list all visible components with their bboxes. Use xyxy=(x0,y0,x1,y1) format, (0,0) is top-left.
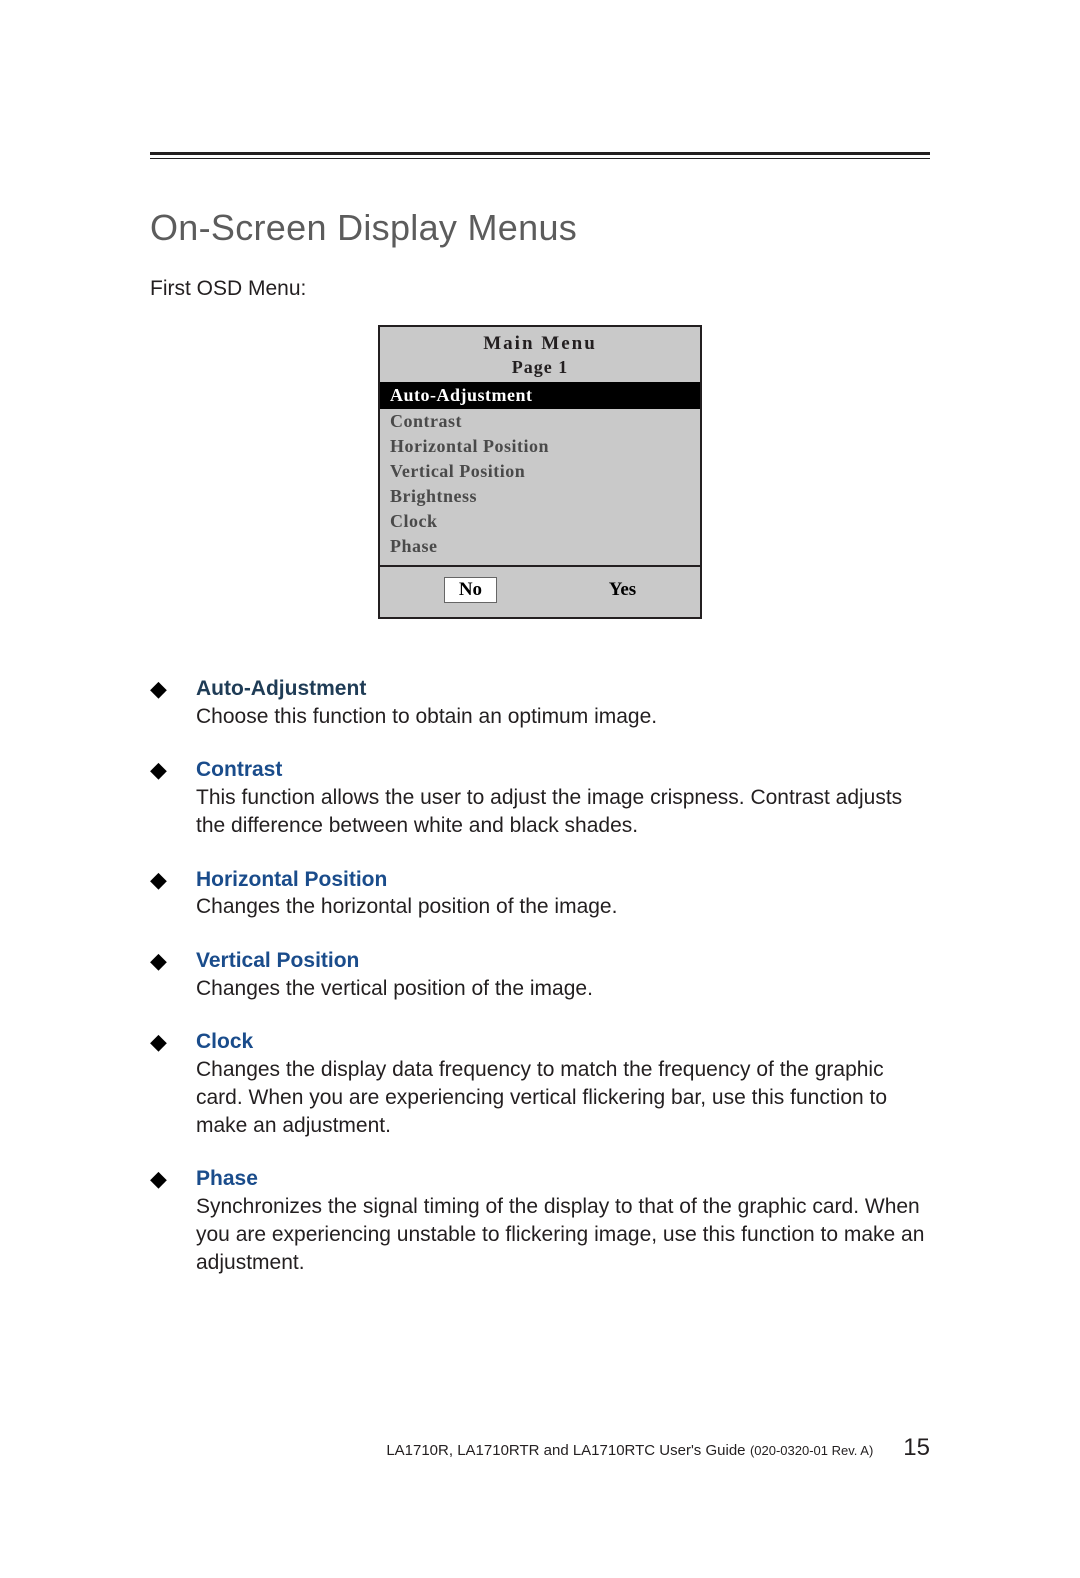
top-rule xyxy=(150,152,930,159)
osd-item: Vertical Position xyxy=(380,459,700,484)
footer-guide-name: LA1710R, LA1710RTR and LA1710RTC User's … xyxy=(386,1442,745,1459)
definition-body: Changes the vertical position of the ima… xyxy=(196,977,593,1000)
definition-body: Synchronizes the signal timing of the di… xyxy=(196,1195,924,1273)
definition-body: Changes the horizontal position of the i… xyxy=(196,895,617,918)
osd-no-option: No xyxy=(444,577,497,603)
footer-page-number: 15 xyxy=(903,1434,930,1462)
osd-actions: No Yes xyxy=(380,567,700,617)
diamond-bullet-icon: ◆ xyxy=(150,866,196,921)
definition-item: ◆ Vertical Position Changes the vertical… xyxy=(150,947,930,1002)
section-heading: On-Screen Display Menus xyxy=(150,207,930,249)
osd-item: Phase xyxy=(380,534,700,559)
definition-body: Changes the display data frequency to ma… xyxy=(196,1058,887,1136)
definition-item: ◆ Horizontal Position Changes the horizo… xyxy=(150,866,930,921)
definition-body: This function allows the user to adjust … xyxy=(196,786,902,837)
definition-title: Auto-Adjustment xyxy=(196,677,366,700)
osd-illustration: Main Menu Page 1 Auto-Adjustment Contras… xyxy=(150,325,930,619)
osd-item: Brightness xyxy=(380,484,700,509)
diamond-bullet-icon: ◆ xyxy=(150,756,196,839)
footer-doc-code: (020-0320-01 Rev. A) xyxy=(750,1443,873,1458)
diamond-bullet-icon: ◆ xyxy=(150,1028,196,1139)
definition-list: ◆ Auto-Adjustment Choose this function t… xyxy=(150,675,930,1276)
definition-title: Horizontal Position xyxy=(196,868,387,891)
definition-title: Contrast xyxy=(196,758,282,781)
diamond-bullet-icon: ◆ xyxy=(150,1165,196,1276)
osd-item: Horizontal Position xyxy=(380,434,700,459)
osd-panel: Main Menu Page 1 Auto-Adjustment Contras… xyxy=(378,325,702,619)
definition-title: Vertical Position xyxy=(196,949,359,972)
definition-item: ◆ Auto-Adjustment Choose this function t… xyxy=(150,675,930,730)
definition-title: Phase xyxy=(196,1167,258,1190)
diamond-bullet-icon: ◆ xyxy=(150,947,196,1002)
osd-item: Clock xyxy=(380,509,700,534)
osd-item-selected: Auto-Adjustment xyxy=(380,382,700,409)
definition-item: ◆ Contrast This function allows the user… xyxy=(150,756,930,839)
intro-text: First OSD Menu: xyxy=(150,277,930,301)
diamond-bullet-icon: ◆ xyxy=(150,675,196,730)
osd-yes-option: Yes xyxy=(609,579,636,601)
osd-page-label: Page 1 xyxy=(380,357,700,382)
osd-title: Main Menu xyxy=(380,327,700,357)
definition-body: Choose this function to obtain an optimu… xyxy=(196,705,657,728)
osd-item: Contrast xyxy=(380,409,700,434)
definition-item: ◆ Phase Synchronizes the signal timing o… xyxy=(150,1165,930,1276)
page-footer: LA1710R, LA1710RTR and LA1710RTC User's … xyxy=(150,1434,930,1462)
definition-title: Clock xyxy=(196,1030,253,1053)
definition-item: ◆ Clock Changes the display data frequen… xyxy=(150,1028,930,1139)
manual-page: On-Screen Display Menus First OSD Menu: … xyxy=(0,0,1080,1578)
